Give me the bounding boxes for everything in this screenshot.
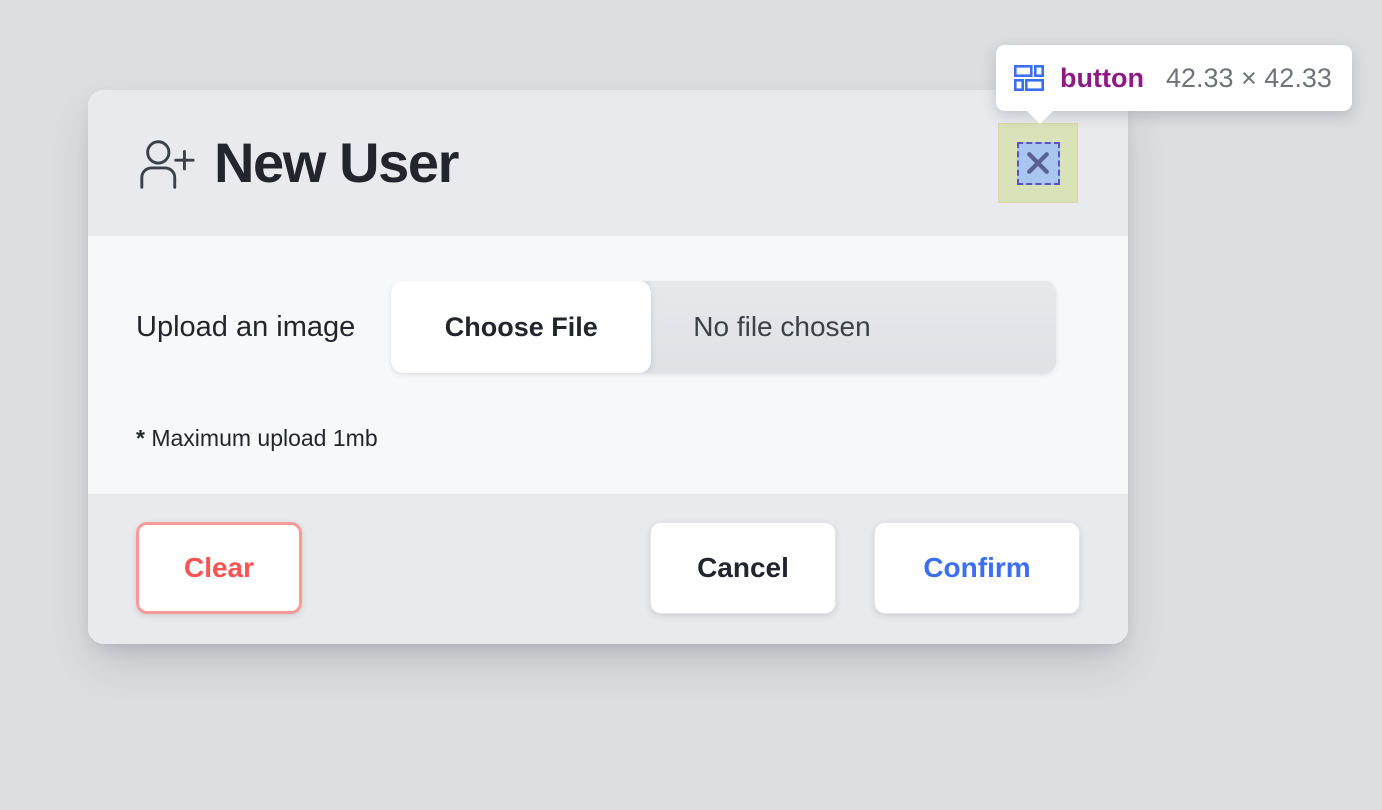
modal-footer: Clear Cancel Confirm bbox=[88, 494, 1128, 644]
modal-header: New User bbox=[88, 90, 1128, 236]
cancel-button[interactable]: Cancel bbox=[650, 522, 836, 614]
inspector-tag-name: button bbox=[1060, 62, 1144, 93]
inspector-dimensions: 42.33 × 42.33 bbox=[1165, 62, 1332, 93]
new-user-modal: New User Upload an image Choose File No … bbox=[88, 90, 1128, 644]
inspector-tooltip: button 42.33 × 42.33 bbox=[996, 45, 1352, 124]
user-plus-icon bbox=[136, 134, 198, 196]
file-status-text: No file chosen bbox=[651, 281, 1057, 373]
upload-row: Upload an image Choose File No file chos… bbox=[136, 281, 1080, 373]
upload-note: * Maximum upload 1mb bbox=[136, 425, 1080, 452]
modal-body: Upload an image Choose File No file chos… bbox=[88, 236, 1128, 494]
file-input-group[interactable]: Choose File No file chosen bbox=[391, 281, 1057, 373]
choose-file-button[interactable]: Choose File bbox=[391, 281, 652, 373]
upload-note-text: Maximum upload 1mb bbox=[151, 425, 378, 451]
page-title: New User bbox=[214, 131, 459, 194]
close-button-highlight bbox=[998, 123, 1078, 203]
clear-button[interactable]: Clear bbox=[136, 522, 302, 614]
upload-image-label: Upload an image bbox=[136, 310, 356, 343]
layout-grid-icon bbox=[1013, 64, 1044, 91]
upload-note-marker: * bbox=[136, 425, 145, 451]
confirm-button[interactable]: Confirm bbox=[874, 522, 1080, 614]
close-icon bbox=[1023, 148, 1053, 178]
close-button[interactable] bbox=[1016, 141, 1060, 185]
